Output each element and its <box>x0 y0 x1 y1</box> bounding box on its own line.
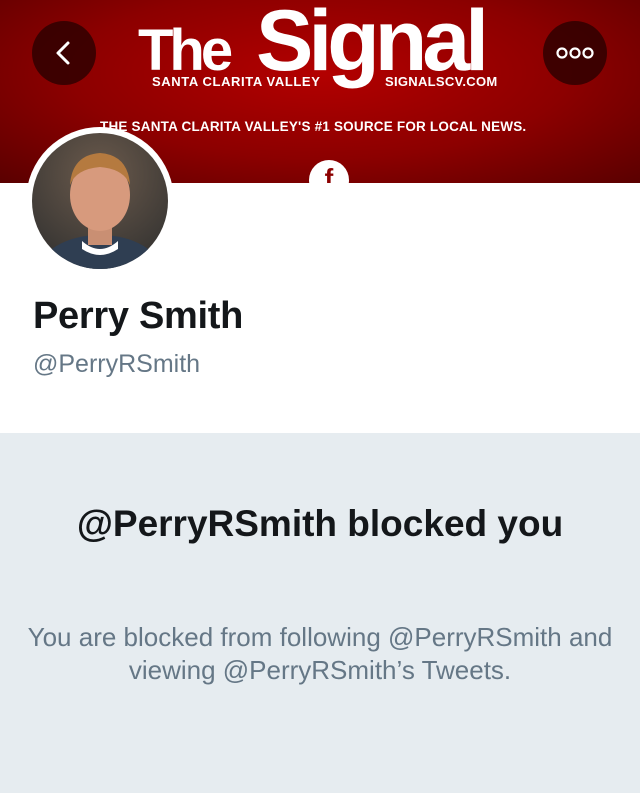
profile-display-name: Perry Smith <box>33 295 244 337</box>
chevron-left-icon <box>56 41 70 65</box>
facebook-icon: f <box>309 160 349 183</box>
blocked-title: @PerryRSmith blocked you <box>76 503 564 544</box>
logo-text-the: The <box>138 18 233 83</box>
blocked-notice <box>0 433 640 793</box>
more-dots-icon <box>556 47 594 59</box>
blocked-description: You are blocked from following @PerryRSm… <box>27 622 613 685</box>
avatar[interactable] <box>26 127 174 275</box>
logo-site: SIGNALSCV.COM <box>385 74 498 89</box>
back-button[interactable] <box>32 21 96 85</box>
profile-handle: @PerryRSmith <box>33 350 201 378</box>
logo-text-signal: Signal <box>256 0 489 89</box>
banner-tagline: THE SANTA CLARITA VALLEY'S #1 SOURCE FOR… <box>100 119 527 134</box>
logo-location: SANTA CLARITA VALLEY <box>152 74 321 89</box>
more-options-button[interactable] <box>543 21 607 85</box>
avatar-photo <box>32 133 168 269</box>
